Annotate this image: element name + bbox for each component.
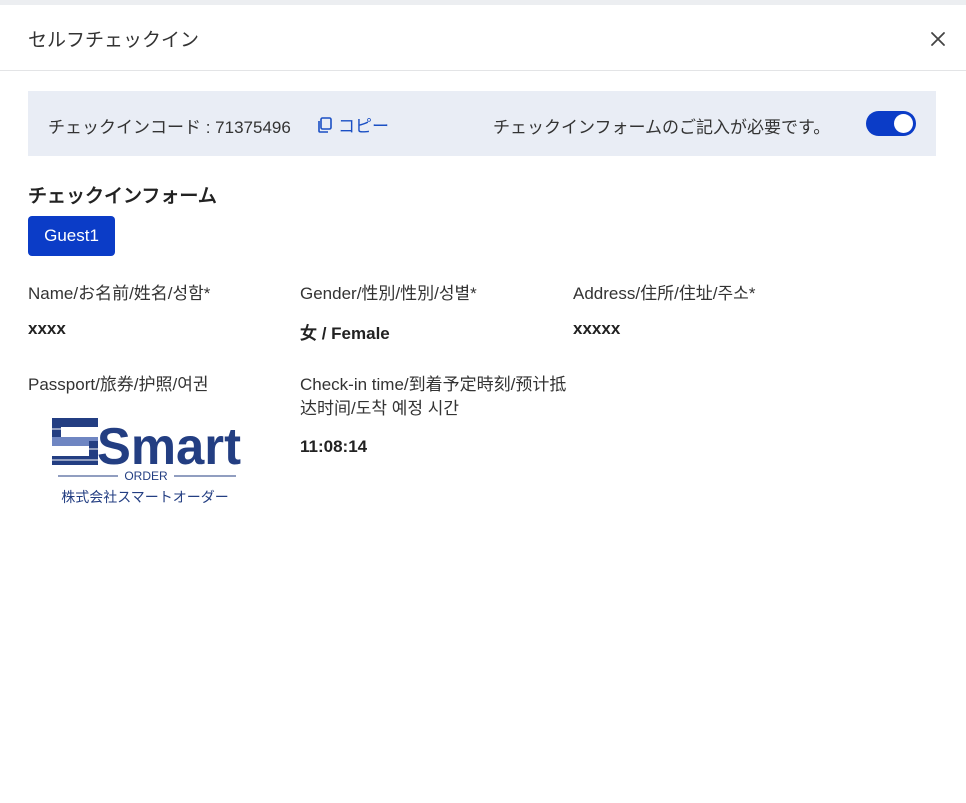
logo-sub-text: ORDER — [124, 469, 168, 483]
logo-brand-text: Smart — [97, 418, 241, 476]
form-title: チェックインフォーム — [28, 186, 217, 207]
field-name-value: xxxx — [28, 319, 66, 338]
dialog-title: セルフチェックイン — [28, 30, 200, 51]
field-passport: Passport/旅券/护照/여권 — [28, 373, 288, 397]
dialog-header: セルフチェックイン — [0, 5, 966, 71]
close-icon[interactable] — [926, 27, 950, 51]
field-name: Name/お名前/姓名/성함* xxxx — [28, 282, 288, 339]
field-gender-value: 女 / Female — [300, 324, 390, 343]
field-checkin-value: 11:08:14 — [300, 437, 368, 456]
field-gender-label: Gender/性別/性別/성별* — [300, 284, 477, 303]
toggle-knob — [894, 114, 913, 133]
field-passport-label: Passport/旅券/护照/여권 — [28, 375, 209, 394]
field-gender: Gender/性別/性別/성별* 女 / Female — [300, 282, 560, 344]
passport-image[interactable]: Smart ORDER 株式会社スマートオーダー — [50, 416, 245, 511]
checkin-code-label: チェックインコード : 71375496 — [48, 118, 291, 137]
logo-company-text: 株式会社スマートオーダー — [61, 490, 229, 506]
field-checkin-time: Check-in time/到着予定時刻/预计抵达时间/도착 예정 시간 11:… — [300, 373, 575, 457]
checkin-code-bar: チェックインコード : 71375496 コピー チェックインフォームのご記入が… — [28, 91, 936, 156]
field-checkin-label: Check-in time/到着予定時刻/预计抵达时间/도착 예정 시간 — [300, 375, 567, 418]
field-name-label: Name/お名前/姓名/성함* — [28, 284, 211, 303]
copy-button[interactable]: コピー — [316, 112, 389, 137]
tab-guest1[interactable]: Guest1 — [28, 216, 115, 256]
logo-s-mark — [52, 418, 98, 465]
form-required-label: チェックインフォームのご記入が必要です。 — [493, 118, 831, 137]
copy-icon — [318, 116, 332, 133]
copy-button-label: コピー — [338, 117, 389, 136]
field-address-value: xxxxx — [573, 319, 621, 338]
form-required-toggle[interactable] — [866, 111, 916, 136]
field-address: Address/住所/住址/주소* xxxxx — [573, 282, 873, 339]
field-address-label: Address/住所/住址/주소* — [573, 284, 756, 303]
